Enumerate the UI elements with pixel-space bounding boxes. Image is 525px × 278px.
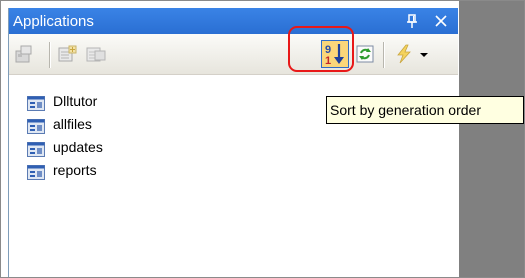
application-icon bbox=[27, 96, 45, 111]
pin-icon[interactable] bbox=[403, 12, 421, 30]
highlight-ring bbox=[288, 26, 354, 72]
lightning-icon bbox=[397, 44, 411, 64]
application-icon bbox=[27, 142, 45, 157]
panel-title: Applications bbox=[13, 13, 94, 30]
applications-panel: Applications 9 1 Dlltutor allfiles updat… bbox=[8, 8, 458, 277]
list-item-label: allfiles bbox=[53, 116, 92, 132]
application-icon bbox=[27, 165, 45, 180]
panel-titlebar: Applications bbox=[9, 8, 458, 34]
add-application-icon bbox=[58, 45, 77, 62]
panel-toolbar: 9 1 bbox=[9, 34, 458, 75]
dropdown-arrow-icon bbox=[420, 53, 428, 57]
remove-application-icon bbox=[86, 47, 106, 62]
list-item-label: reports bbox=[53, 162, 97, 178]
toolbar-separator bbox=[383, 42, 385, 68]
refresh-icon bbox=[356, 45, 374, 63]
add-application-button[interactable] bbox=[57, 43, 79, 65]
empty-document-area bbox=[459, 1, 524, 277]
sort-tooltip: Sort by generation order bbox=[326, 96, 524, 124]
remove-application-button[interactable] bbox=[85, 43, 107, 65]
dropdown-button[interactable] bbox=[417, 43, 431, 65]
close-icon[interactable] bbox=[432, 12, 450, 30]
refresh-button[interactable] bbox=[355, 43, 377, 65]
properties-icon bbox=[15, 45, 32, 63]
properties-button[interactable] bbox=[13, 43, 35, 65]
generate-button[interactable] bbox=[393, 43, 415, 65]
application-icon bbox=[27, 119, 45, 134]
list-item-label: Dlltutor bbox=[53, 93, 98, 109]
screenshot-frame: Applications 9 1 Dlltutor allfiles updat… bbox=[0, 0, 525, 278]
toolbar-separator bbox=[49, 42, 51, 68]
list-item-label: updates bbox=[53, 139, 103, 155]
